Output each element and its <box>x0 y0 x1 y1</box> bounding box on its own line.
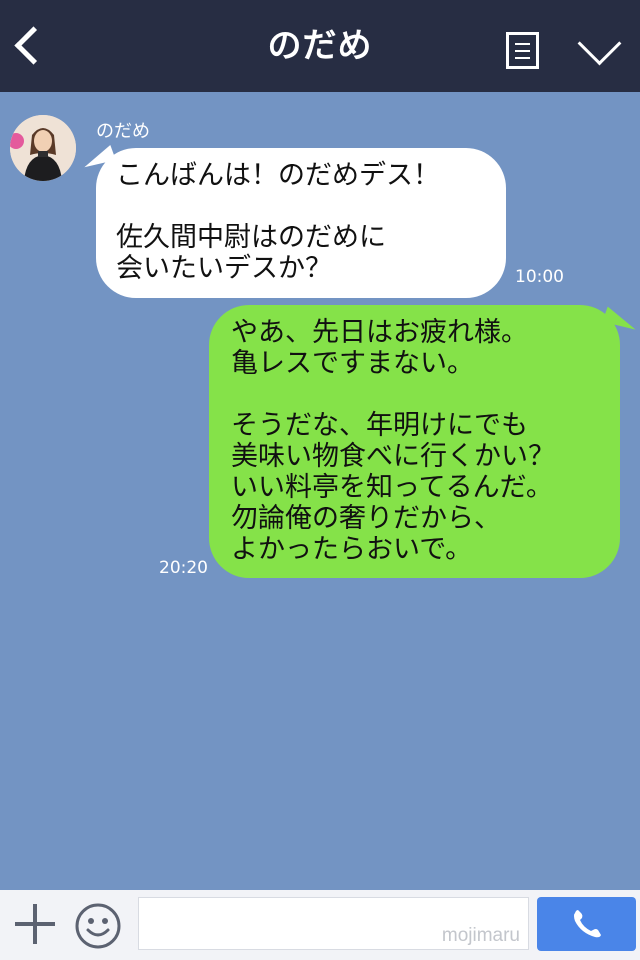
sender-name: のだめ <box>96 121 150 142</box>
page-title: のだめ <box>267 26 373 66</box>
incoming-message-time: 10:00 <box>515 267 564 287</box>
call-button[interactable] <box>537 897 636 951</box>
outgoing-message-time: 20:20 <box>159 558 208 578</box>
chat-header: のだめ <box>0 0 640 92</box>
list-icon[interactable] <box>506 32 539 69</box>
smile-icon[interactable] <box>74 902 122 950</box>
avatar[interactable] <box>10 115 76 181</box>
message-input[interactable]: mojimaru <box>138 897 529 950</box>
incoming-message-bubble[interactable]: こんばんは！のだめデス！ 佐久間中尉はのだめに 会いたいデスか？ <box>96 148 506 298</box>
watermark: mojimaru <box>441 925 520 946</box>
phone-icon <box>574 910 601 938</box>
plus-icon[interactable] <box>15 904 55 944</box>
outgoing-message-bubble[interactable]: やあ、先日はお疲れ様。 亀レスですまない。 そうだな、年明けにでも 美味い物食べ… <box>209 305 620 578</box>
